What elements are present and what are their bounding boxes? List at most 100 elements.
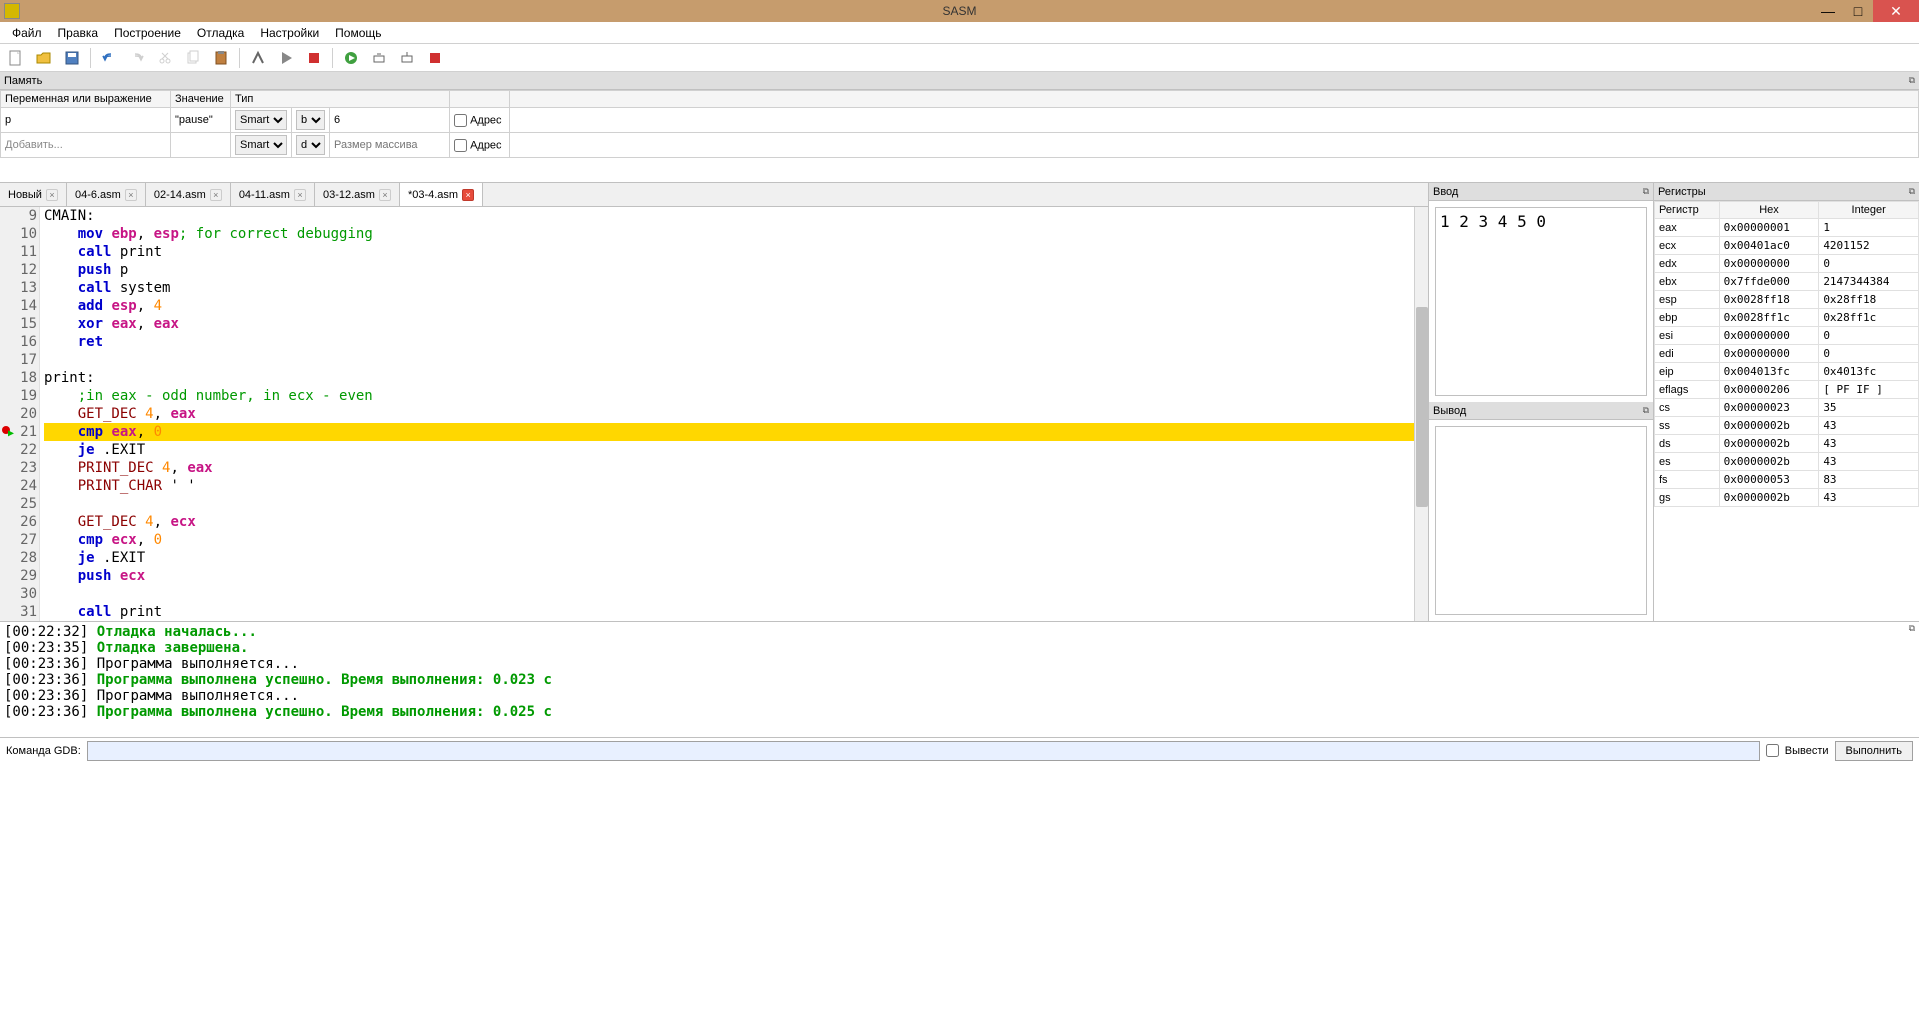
register-row: edi0x000000000 xyxy=(1655,345,1919,363)
register-row: eax0x000000011 xyxy=(1655,219,1919,237)
gdb-command-input[interactable] xyxy=(87,741,1760,761)
registers-panel-header[interactable]: Регистры ⧉ xyxy=(1654,183,1919,201)
reg-hex: 0x00000206 xyxy=(1719,381,1819,399)
tab-close-icon[interactable]: × xyxy=(46,189,58,201)
undock-icon[interactable]: ⧉ xyxy=(1643,186,1649,197)
reg-name: cs xyxy=(1655,399,1720,417)
mem-addr-checkbox[interactable] xyxy=(454,139,467,152)
reg-int: 43 xyxy=(1819,417,1919,435)
undo-icon[interactable] xyxy=(97,46,121,70)
debug-stop-icon[interactable] xyxy=(423,46,447,70)
register-row: esp0x0028ff180x28ff18 xyxy=(1655,291,1919,309)
tab-file[interactable]: 04-6.asm× xyxy=(67,183,146,206)
tab-file[interactable]: 02-14.asm× xyxy=(146,183,231,206)
menu-debug[interactable]: Отладка xyxy=(189,24,252,42)
log-panel[interactable]: ⧉ [00:22:32] Отладка началась...[00:23:3… xyxy=(0,621,1919,737)
undock-icon[interactable]: ⧉ xyxy=(1909,75,1915,86)
mem-header-value: Значение xyxy=(171,91,231,108)
window-title: SASM xyxy=(942,4,976,18)
tab-file-active[interactable]: *03-4.asm× xyxy=(400,183,483,206)
editor-tabs: Новый× 04-6.asm× 02-14.asm× 04-11.asm× 0… xyxy=(0,183,1428,207)
register-row: eflags0x00000206[ PF IF ] xyxy=(1655,381,1919,399)
step-over-icon[interactable] xyxy=(367,46,391,70)
window-controls: — □ ✕ xyxy=(1813,0,1919,22)
cut-icon[interactable] xyxy=(153,46,177,70)
reg-name: esp xyxy=(1655,291,1720,309)
redo-icon[interactable] xyxy=(125,46,149,70)
title-bar: SASM — □ ✕ xyxy=(0,0,1919,22)
toolbar xyxy=(0,44,1919,72)
input-panel-header[interactable]: Ввод ⧉ xyxy=(1429,183,1653,201)
code-editor[interactable]: ▶ 91011121314151617181920212223242526272… xyxy=(0,207,1428,621)
register-row: gs0x0000002b43 xyxy=(1655,489,1919,507)
mem-add-input[interactable] xyxy=(5,139,166,151)
minimize-button[interactable]: — xyxy=(1813,0,1843,22)
reg-int: 0 xyxy=(1819,255,1919,273)
editor-wrap: Новый× 04-6.asm× 02-14.asm× 04-11.asm× 0… xyxy=(0,183,1429,621)
gdb-print-checkbox[interactable] xyxy=(1766,744,1779,757)
mem-arr-input[interactable] xyxy=(334,139,445,151)
line-gutter: ▶ 91011121314151617181920212223242526272… xyxy=(0,207,40,621)
debug-run-icon[interactable] xyxy=(339,46,363,70)
open-file-icon[interactable] xyxy=(32,46,56,70)
input-panel-title: Ввод xyxy=(1433,186,1458,198)
mem-size-select[interactable]: d xyxy=(296,135,325,155)
undock-icon[interactable]: ⧉ xyxy=(1909,186,1915,197)
stop-icon[interactable] xyxy=(302,46,326,70)
reg-hex: 0x00000053 xyxy=(1719,471,1819,489)
input-text[interactable]: 1 2 3 4 5 0 xyxy=(1435,207,1647,396)
mem-size-select[interactable]: b xyxy=(296,110,325,130)
code-content[interactable]: CMAIN: mov ebp, esp; for correct debuggi… xyxy=(40,207,1414,621)
undock-icon[interactable]: ⧉ xyxy=(1643,405,1649,416)
mem-fmt-select[interactable]: Smart xyxy=(235,110,287,130)
undock-icon[interactable]: ⧉ xyxy=(1909,624,1915,634)
mem-header-var: Переменная или выражение xyxy=(1,91,171,108)
tab-close-icon[interactable]: × xyxy=(462,189,474,201)
gdb-run-button[interactable]: Выполнить xyxy=(1835,741,1913,761)
menu-build[interactable]: Построение xyxy=(106,24,189,42)
mem-row-add: Smart d Адрес xyxy=(1,133,1919,158)
tab-close-icon[interactable]: × xyxy=(210,189,222,201)
tab-file[interactable]: 03-12.asm× xyxy=(315,183,400,206)
output-panel-header[interactable]: Вывод ⧉ xyxy=(1429,402,1653,420)
new-file-icon[interactable] xyxy=(4,46,28,70)
build-icon[interactable] xyxy=(246,46,270,70)
reg-name: edi xyxy=(1655,345,1720,363)
run-icon[interactable] xyxy=(274,46,298,70)
reg-int: 43 xyxy=(1819,453,1919,471)
memory-panel-header[interactable]: Память ⧉ xyxy=(0,72,1919,90)
menu-help[interactable]: Помощь xyxy=(327,24,389,42)
paste-icon[interactable] xyxy=(209,46,233,70)
save-file-icon[interactable] xyxy=(60,46,84,70)
menu-settings[interactable]: Настройки xyxy=(252,24,327,42)
maximize-button[interactable]: □ xyxy=(1843,0,1873,22)
mem-arr-input[interactable] xyxy=(334,114,445,126)
reg-int: [ PF IF ] xyxy=(1819,381,1919,399)
mem-var-input[interactable] xyxy=(5,114,166,126)
output-text[interactable] xyxy=(1435,426,1647,615)
reg-hex: 0x00000000 xyxy=(1719,327,1819,345)
tab-file[interactable]: 04-11.asm× xyxy=(231,183,315,206)
close-button[interactable]: ✕ xyxy=(1873,0,1919,22)
tab-new[interactable]: Новый× xyxy=(0,183,67,206)
editor-scrollbar[interactable] xyxy=(1414,207,1428,621)
output-panel: Вывод ⧉ xyxy=(1429,402,1653,621)
reg-int: 1 xyxy=(1819,219,1919,237)
menu-edit[interactable]: Правка xyxy=(50,24,107,42)
mem-fmt-select[interactable]: Smart xyxy=(235,135,287,155)
mem-addr-checkbox[interactable] xyxy=(454,114,467,127)
reg-name: fs xyxy=(1655,471,1720,489)
reg-name: ds xyxy=(1655,435,1720,453)
registers-panel: Регистры ⧉ Регистр Hex Integer eax0x0000… xyxy=(1653,183,1919,621)
tab-close-icon[interactable]: × xyxy=(379,189,391,201)
reg-hex: 0x0028ff18 xyxy=(1719,291,1819,309)
registers-panel-title: Регистры xyxy=(1658,186,1706,198)
output-panel-title: Вывод xyxy=(1433,405,1466,417)
copy-icon[interactable] xyxy=(181,46,205,70)
tab-close-icon[interactable]: × xyxy=(294,189,306,201)
register-row: esi0x000000000 xyxy=(1655,327,1919,345)
reg-int: 43 xyxy=(1819,435,1919,453)
menu-file[interactable]: Файл xyxy=(4,24,50,42)
tab-close-icon[interactable]: × xyxy=(125,189,137,201)
step-into-icon[interactable] xyxy=(395,46,419,70)
